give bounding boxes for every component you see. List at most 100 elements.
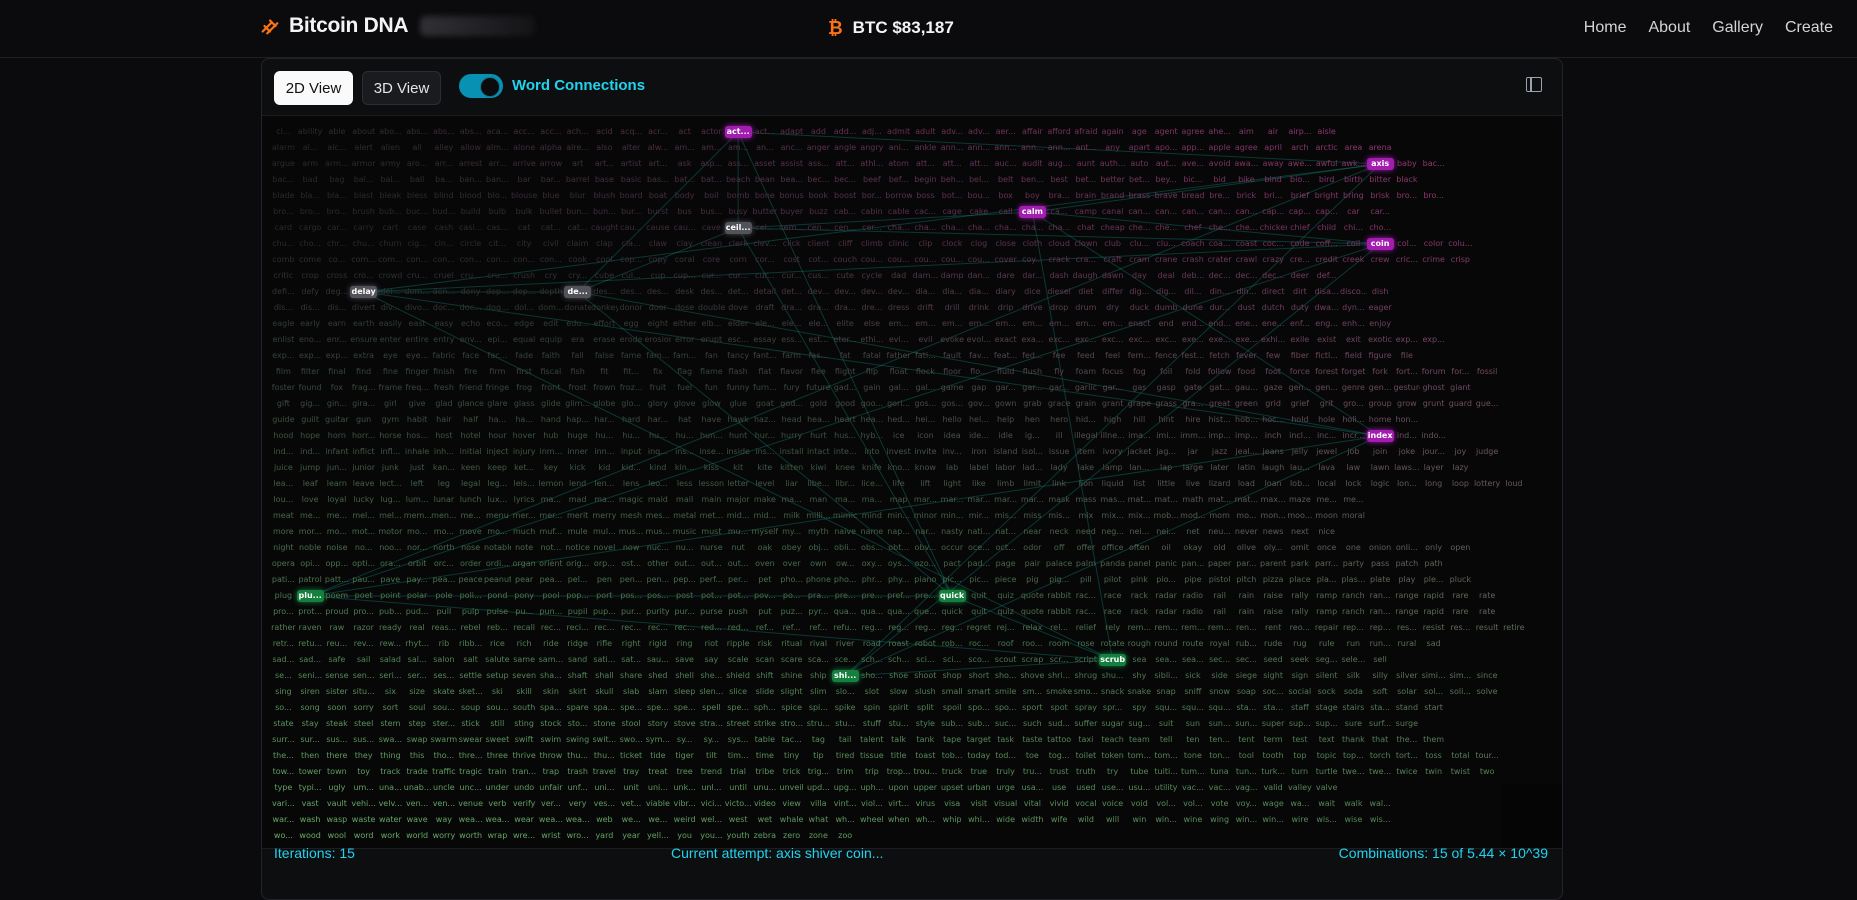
word-cell[interactable]: deg... — [324, 284, 351, 300]
word-cell[interactable]: refu... — [832, 620, 859, 636]
word-cell[interactable]: air — [1260, 124, 1287, 140]
word-cell[interactable]: myth — [805, 524, 832, 540]
word-cell[interactable]: red... — [725, 620, 752, 636]
word-cell[interactable]: chi... — [1340, 220, 1367, 236]
word-cell[interactable]: duck — [1126, 300, 1153, 316]
word-cell[interactable]: cul... — [618, 268, 645, 284]
word-cell[interactable]: unfair — [538, 780, 565, 796]
word-cell[interactable]: hyb... — [859, 428, 886, 444]
word-cell[interactable]: wine — [1180, 812, 1207, 828]
word-cell[interactable]: rule — [1313, 636, 1340, 652]
word-cell[interactable]: god... — [778, 396, 805, 412]
word-cell[interactable]: rem... — [1206, 620, 1233, 636]
word-cell[interactable]: donkey — [591, 300, 618, 316]
word-cell[interactable]: soda — [1340, 684, 1367, 700]
word-cell[interactable]: horse — [377, 428, 404, 444]
word-cell[interactable]: mor... — [297, 524, 324, 540]
word-cell[interactable]: note — [511, 540, 538, 556]
word-cell[interactable]: gro... — [1340, 396, 1367, 412]
word-cell[interactable]: pay... — [404, 572, 431, 588]
word-cell[interactable]: girl — [377, 396, 404, 412]
word-cell[interactable]: parent — [1260, 556, 1287, 572]
word-cell[interactable]: thre... — [457, 748, 484, 764]
word-cell[interactable]: bullet — [538, 204, 565, 220]
word-cell[interactable]: mo... — [1233, 508, 1260, 524]
word-cell[interactable]: logic — [1367, 476, 1394, 492]
word-cell[interactable]: laugh — [1260, 460, 1287, 476]
word-cell[interactable]: ankle — [912, 140, 939, 156]
word-cell[interactable]: silk — [1340, 668, 1367, 684]
word-cell[interactable]: cor... — [752, 252, 779, 268]
word-cell[interactable]: pave — [377, 572, 404, 588]
word-cell[interactable]: mat... — [1153, 492, 1180, 508]
word-cell[interactable]: pulse — [484, 604, 511, 620]
word-cell[interactable]: occur — [939, 540, 966, 556]
word-cell[interactable]: smile — [992, 684, 1019, 700]
word-cell[interactable]: coa... — [1206, 236, 1233, 252]
word-cell[interactable]: stick — [457, 716, 484, 732]
word-cell[interactable]: kin... — [671, 460, 698, 476]
word-cell[interactable]: alien — [377, 140, 404, 156]
word-cell[interactable]: heart — [832, 412, 859, 428]
word-cell[interactable]: hole — [1313, 412, 1340, 428]
word-cell[interactable]: esc... — [725, 332, 752, 348]
word-cell[interactable]: ill — [1046, 428, 1073, 444]
word-cell[interactable]: hint — [1153, 412, 1180, 428]
word-cell[interactable]: birth — [1340, 172, 1367, 188]
word-cell[interactable]: bus — [671, 204, 698, 220]
word-cell[interactable]: float — [885, 364, 912, 380]
word-cell[interactable]: glim... — [564, 396, 591, 412]
word-cell[interactable]: snap — [1153, 684, 1180, 700]
word-cell[interactable]: salt — [457, 652, 484, 668]
word-cell[interactable]: left — [404, 476, 431, 492]
word-cell[interactable]: suit — [1153, 716, 1180, 732]
word-cell[interactable]: lock — [1340, 476, 1367, 492]
word-cell[interactable]: come — [297, 252, 324, 268]
word-cell[interactable]: town — [324, 764, 351, 780]
word-cell[interactable]: art... — [645, 156, 672, 172]
word-cell[interactable]: nuc... — [645, 540, 672, 556]
word-cell[interactable]: kite — [752, 460, 779, 476]
word-cell[interactable]: ran... — [1367, 588, 1394, 604]
word-cell[interactable]: angle — [832, 140, 859, 156]
word-cell[interactable]: exc... — [1046, 332, 1073, 348]
word-cell[interactable]: view — [778, 796, 805, 812]
word-cell[interactable]: side — [1206, 668, 1233, 684]
word-cell[interactable]: dice — [1019, 284, 1046, 300]
word-cell[interactable]: must — [698, 524, 725, 540]
word-cell[interactable]: usu... — [1126, 780, 1153, 796]
word-cell[interactable]: avoid — [1206, 156, 1233, 172]
word-cell[interactable]: tired — [832, 748, 859, 764]
word-cell[interactable]: gat... — [1206, 380, 1233, 396]
word-cell[interactable]: alw... — [645, 140, 672, 156]
word-cell[interactable]: race — [1099, 588, 1126, 604]
word-cell[interactable]: clean — [698, 236, 725, 252]
word-cell[interactable]: ins... — [671, 444, 698, 460]
word-cell[interactable]: abs... — [404, 124, 431, 140]
word-cell[interactable]: dwa... — [1313, 300, 1340, 316]
word-cell[interactable]: field — [1340, 348, 1367, 364]
word-cell[interactable]: clu... — [1153, 236, 1180, 252]
word-cell[interactable]: bro... — [270, 204, 297, 220]
word-cell[interactable]: soli... — [1447, 684, 1474, 700]
word-cell[interactable]: add... — [832, 124, 859, 140]
word-cell[interactable]: unl... — [698, 780, 725, 796]
word-cell[interactable]: belt — [992, 172, 1019, 188]
word-cell[interactable]: alc... — [324, 140, 351, 156]
word-cell[interactable]: bean — [752, 172, 779, 188]
word-cell[interactable]: fix — [645, 364, 672, 380]
word-cell[interactable]: stool — [618, 716, 645, 732]
word-cell[interactable]: erode — [618, 332, 645, 348]
word-cell[interactable]: aca... — [484, 124, 511, 140]
word-cell[interactable]: nar... — [912, 524, 939, 540]
word-cell[interactable]: cruel — [431, 268, 458, 284]
word-cell[interactable]: spot — [1046, 700, 1073, 716]
word-cell[interactable]: uni... — [645, 780, 672, 796]
word-cell[interactable]: pass — [1367, 556, 1394, 572]
word-cell[interactable]: safe — [324, 652, 351, 668]
word-cell[interactable]: sail — [350, 652, 377, 668]
word-cell[interactable]: crawl — [1233, 252, 1260, 268]
word-cell[interactable]: page — [992, 556, 1019, 572]
word-cell[interactable]: map — [885, 492, 912, 508]
word-cell[interactable]: fork — [1367, 364, 1394, 380]
